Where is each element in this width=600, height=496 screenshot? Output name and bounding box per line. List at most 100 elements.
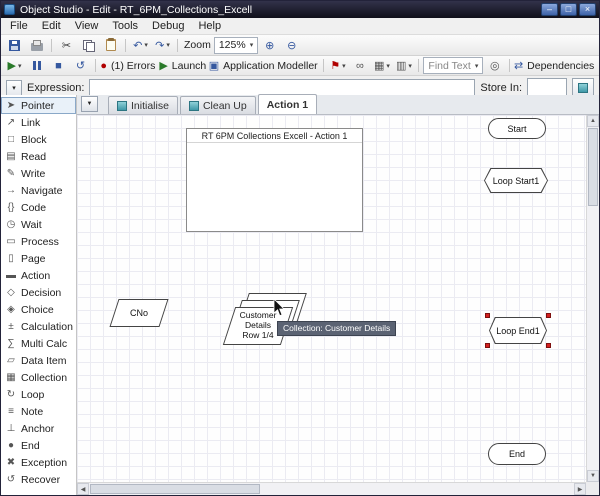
breakpoint-dropdown-icon: ▾	[342, 62, 346, 70]
horizontal-scrollbar[interactable]: ◀ ▶	[77, 482, 586, 495]
loop-start-node[interactable]: Loop Start1	[484, 168, 548, 193]
sidebar-item-write[interactable]: ✎Write	[1, 165, 76, 182]
horizontal-scroll-thumb[interactable]	[90, 484, 260, 494]
selection-handle[interactable]	[485, 343, 490, 348]
tab-label: Clean Up	[203, 100, 247, 112]
find-text-input[interactable]: Find Text ▾	[423, 57, 483, 74]
errors-label: (1) Errors	[109, 60, 157, 72]
find-next-button[interactable]: ◎	[484, 57, 505, 74]
cut-button[interactable]: ✂	[56, 37, 77, 54]
zoom-select[interactable]: 125% ▾	[214, 37, 258, 54]
menu-item-edit[interactable]: Edit	[35, 19, 68, 33]
standard-toolbar: ✂ ↶▾ ↷▾ Zoom 125% ▾ ⊕ ⊖	[1, 35, 599, 56]
sidebar-item-block[interactable]: □Block	[1, 131, 76, 148]
title-bar: Object Studio - Edit - RT_6PM_Collection…	[1, 1, 599, 18]
diagram-canvas[interactable]: RT 6PM Collections Excell - Action 1 Sta…	[77, 115, 586, 482]
launch-icon: ▶	[159, 59, 167, 72]
tab-list-dropdown-button[interactable]: ▼	[81, 96, 98, 112]
grid-snap-button[interactable]: ▦▾	[371, 57, 392, 74]
align-button[interactable]: ▥▾	[393, 57, 414, 74]
decision-icon: ◇	[5, 287, 17, 298]
sidebar-item-pointer[interactable]: ➤Pointer	[1, 97, 76, 114]
stop-button[interactable]: ■	[48, 57, 69, 74]
errors-button[interactable]: ● (1) Errors	[100, 57, 158, 74]
scroll-right-button[interactable]: ▶	[574, 483, 586, 495]
undo-button[interactable]: ↶▾	[130, 37, 151, 54]
data-item-node[interactable]: CNo	[109, 299, 168, 327]
sidebar-item-loop[interactable]: ↻Loop	[1, 386, 76, 403]
tab-action-1[interactable]: Action 1	[258, 94, 317, 114]
sidebar-item-label: Action	[21, 270, 50, 282]
paste-button[interactable]	[100, 37, 121, 54]
maximize-button[interactable]: □	[560, 3, 577, 16]
selection-handle[interactable]	[546, 313, 551, 318]
sidebar-item-label: Choice	[21, 304, 54, 316]
sidebar-item-end[interactable]: ●End	[1, 437, 76, 454]
scroll-left-button[interactable]: ◀	[77, 483, 89, 495]
menu-item-debug[interactable]: Debug	[145, 19, 191, 33]
tab-initialise[interactable]: Initialise	[108, 96, 178, 114]
dependencies-button[interactable]: ⇄ Dependencies	[514, 57, 596, 74]
menu-item-view[interactable]: View	[68, 19, 106, 33]
sidebar-item-link[interactable]: ↗Link	[1, 114, 76, 131]
sidebar-item-read[interactable]: ▤Read	[1, 148, 76, 165]
sidebar-item-process[interactable]: ▭Process	[1, 233, 76, 250]
sidebar-item-exception[interactable]: ✖Exception	[1, 454, 76, 471]
scroll-down-button[interactable]: ▼	[587, 470, 599, 482]
sidebar-item-choice[interactable]: ◈Choice	[1, 301, 76, 318]
zoom-label: Zoom	[182, 39, 213, 51]
application-modeller-button[interactable]: ▣ Application Modeller	[210, 57, 319, 74]
zoom-out-button[interactable]: ⊖	[281, 37, 302, 54]
print-button[interactable]	[26, 37, 47, 54]
sidebar-item-anchor[interactable]: ⊥Anchor	[1, 420, 76, 437]
copy-button[interactable]	[78, 37, 99, 54]
sidebar-item-decision[interactable]: ◇Decision	[1, 284, 76, 301]
sidebar-item-wait[interactable]: ◷Wait	[1, 216, 76, 233]
launch-button[interactable]: ▶ Launch	[159, 57, 209, 74]
read-icon: ▤	[5, 151, 17, 162]
sidebar-item-note[interactable]: ≡Note	[1, 403, 76, 420]
run-button[interactable]: ▶▾	[4, 57, 25, 74]
sidebar-item-calculation[interactable]: ±Calculation	[1, 318, 76, 335]
selection-handle[interactable]	[485, 313, 490, 318]
sidebar-item-page[interactable]: ▯Page	[1, 250, 76, 267]
store-in-icon	[578, 83, 588, 93]
sidebar-item-label: Write	[21, 168, 45, 180]
expression-dropdown-button[interactable]: ▾	[6, 80, 22, 97]
breakpoint-button[interactable]: ⚑▾	[327, 57, 348, 74]
close-button[interactable]: ×	[579, 3, 596, 16]
dependencies-label: Dependencies	[525, 60, 596, 72]
collection-tooltip: Collection: Customer Details	[277, 321, 396, 336]
start-node[interactable]: Start	[488, 118, 546, 139]
end-node[interactable]: End	[488, 443, 546, 465]
sidebar-item-data-item[interactable]: ▱Data Item	[1, 352, 76, 369]
scroll-up-button[interactable]: ▲	[587, 115, 599, 127]
vertical-scrollbar[interactable]: ▲ ▼	[586, 115, 599, 482]
sidebar-item-action[interactable]: ▬Action	[1, 267, 76, 284]
sidebar-item-recover[interactable]: ↺Recover	[1, 471, 76, 488]
selection-handle[interactable]	[546, 343, 551, 348]
page-frame-title: RT 6PM Collections Excell - Action 1	[187, 129, 362, 143]
menu-item-file[interactable]: File	[3, 19, 35, 33]
sidebar-item-navigate[interactable]: →Navigate	[1, 182, 76, 199]
play-icon: ▶	[8, 59, 16, 72]
menu-item-tools[interactable]: Tools	[105, 19, 145, 33]
reset-button[interactable]: ↺	[70, 57, 91, 74]
pause-icon	[33, 61, 41, 70]
app-icon	[4, 4, 15, 15]
minimize-button[interactable]: –	[541, 3, 558, 16]
anchor-icon: ⊥	[5, 423, 17, 434]
tab-clean-up[interactable]: Clean Up	[180, 96, 256, 114]
loop-end-node[interactable]: Loop End1	[489, 317, 547, 344]
save-button[interactable]	[4, 37, 25, 54]
zoom-in-button[interactable]: ⊕	[259, 37, 280, 54]
pause-button[interactable]	[26, 57, 47, 74]
sidebar-item-code[interactable]: {}Code	[1, 199, 76, 216]
vertical-scroll-thumb[interactable]	[588, 128, 598, 206]
sidebar-item-multi-calc[interactable]: ∑Multi Calc	[1, 335, 76, 352]
expression-label: Expression:	[27, 82, 84, 94]
link-mode-button[interactable]: ∞	[349, 57, 370, 74]
sidebar-item-collection[interactable]: ▦Collection	[1, 369, 76, 386]
redo-button[interactable]: ↷▾	[152, 37, 173, 54]
menu-item-help[interactable]: Help	[191, 19, 228, 33]
